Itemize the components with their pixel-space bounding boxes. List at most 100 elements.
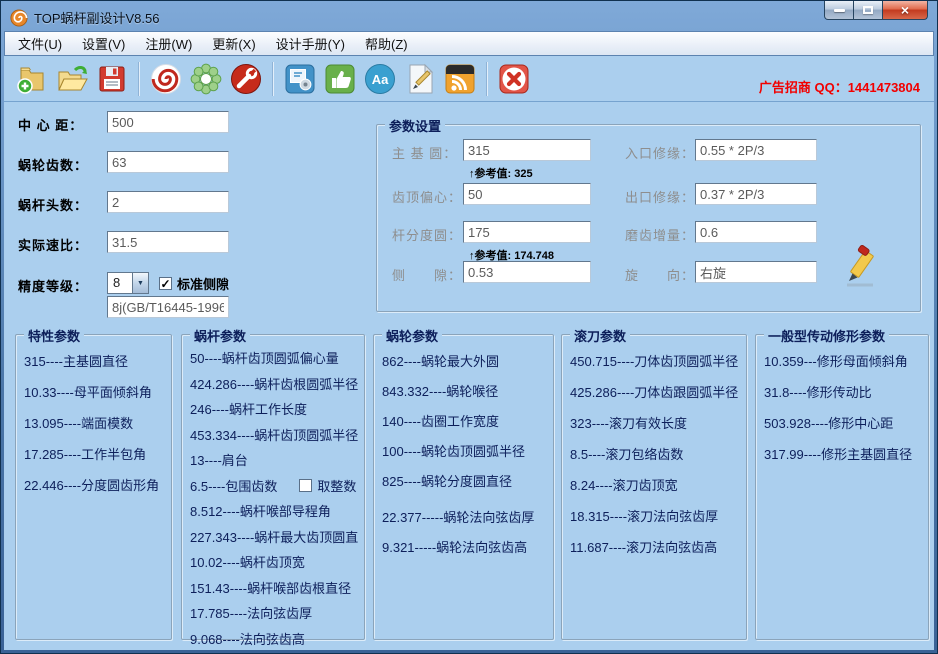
spiral-icon[interactable] xyxy=(149,62,183,96)
chevron-down-icon[interactable]: ▼ xyxy=(132,272,149,294)
draft-document-icon[interactable] xyxy=(403,62,437,96)
worm-pitch-circle-input[interactable] xyxy=(463,221,591,243)
wheel-params-groupbox: 蜗轮参数 862----蜗轮最大外圆 843.332----蜗轮喉径 140--… xyxy=(373,334,554,640)
grinding-increment-input[interactable] xyxy=(695,221,817,243)
param-item: 13----肩台 xyxy=(182,447,364,473)
hand-direction-input[interactable] xyxy=(695,261,817,283)
main-base-circle-ref: ↑参考值: 325 xyxy=(469,165,533,181)
precision-grade-combobox[interactable]: 8 ▼ xyxy=(107,272,149,294)
tip-eccentric-label: 齿顶偏心： xyxy=(392,187,462,206)
toolbar-separator xyxy=(138,62,140,96)
maximize-button[interactable] xyxy=(854,1,882,20)
thumbs-up-icon[interactable] xyxy=(323,62,357,96)
characteristic-params-groupbox: 特性参数 315----主基圆直径 10.33----母平面倾斜角 13.095… xyxy=(15,334,172,640)
cad-tool-icon[interactable] xyxy=(283,62,317,96)
main-base-circle-input[interactable] xyxy=(463,139,591,161)
param-item: 453.334----蜗杆齿顶圆弧半径 xyxy=(182,422,364,448)
standard-backlash-row: ✓ 标准侧隙 xyxy=(159,274,229,293)
param-item: 6.5----包围齿数 xyxy=(190,476,277,495)
menu-design-manual[interactable]: 设计手册(Y) xyxy=(267,31,354,56)
param-item: 140----齿圈工作宽度 xyxy=(374,405,553,435)
wheel-params-title: 蜗轮参数 xyxy=(382,326,442,345)
param-item-with-checkbox: 6.5----包围齿数 取整数 xyxy=(182,473,364,499)
exit-relief-label: 出口修缘： xyxy=(625,187,695,206)
menu-settings[interactable]: 设置(V) xyxy=(73,31,134,56)
close-button[interactable]: × xyxy=(882,1,928,20)
worm-starts-label: 蜗杆头数： xyxy=(18,195,88,214)
close-icon: × xyxy=(901,3,909,17)
save-icon[interactable] xyxy=(95,62,129,96)
param-item: 17.285----工作半包角 xyxy=(16,438,171,469)
new-file-icon[interactable] xyxy=(15,62,49,96)
param-item: 10.33----母平面倾斜角 xyxy=(16,376,171,407)
param-item: 825----蜗轮分度圆直径 xyxy=(374,465,553,495)
param-item: 315----主基圆直径 xyxy=(16,345,171,376)
param-item: 10.02----蜗杆齿顶宽 xyxy=(182,549,364,575)
worm-params-groupbox: 蜗杆参数 50----蜗杆齿顶圆弧偏心量 424.286----蜗杆齿根圆弧半径… xyxy=(181,334,365,640)
round-integer-row: 取整数 xyxy=(299,476,356,495)
param-item: 13.095----端面模数 xyxy=(16,407,171,438)
close-app-icon[interactable] xyxy=(497,62,531,96)
param-item: 317.99----修形主基圆直径 xyxy=(756,438,928,469)
minimize-button[interactable] xyxy=(824,1,854,20)
toolbar: Aa 广告招商 QQ：1441473804 xyxy=(4,56,934,102)
param-settings-groupbox: 参数设置 主 基 圆： ↑参考值: 325 齿顶偏心： 杆分度圆： ↑参考值: … xyxy=(376,124,921,312)
main-content: 中 心 距： 蜗轮齿数： 蜗杆头数： 实际速比： 精度等级： 8 ▼ ✓ 标准侧… xyxy=(4,102,934,650)
round-integer-checkbox[interactable] xyxy=(299,479,312,492)
wheel-teeth-input[interactable] xyxy=(107,151,229,173)
param-item: 862----蜗轮最大外圆 xyxy=(374,345,553,375)
titlebar: TOP蜗杆副设计V8.56 × xyxy=(4,4,934,31)
param-item: 323----滚刀有效长度 xyxy=(562,407,746,438)
param-item: 100----蜗轮齿顶圆弧半径 xyxy=(374,435,553,465)
menu-register[interactable]: 注册(W) xyxy=(136,31,201,56)
param-item: 450.715----刀体齿顶圆弧半径 xyxy=(562,345,746,376)
rss-icon[interactable] xyxy=(443,62,477,96)
round-integer-label: 取整数 xyxy=(317,476,356,495)
entry-relief-input[interactable] xyxy=(695,139,817,161)
param-item: 8.512----蜗杆喉部导程角 xyxy=(182,498,364,524)
param-item: 843.332----蜗轮喉径 xyxy=(374,375,553,405)
menubar: 文件(U) 设置(V) 注册(W) 更新(X) 设计手册(Y) 帮助(Z) xyxy=(4,31,934,56)
center-distance-input[interactable] xyxy=(107,111,229,133)
param-item: 18.315----滚刀法向弦齿厚 xyxy=(562,500,746,531)
characteristic-params-title: 特性参数 xyxy=(24,326,84,345)
menu-update[interactable]: 更新(X) xyxy=(203,31,264,56)
param-item: 425.286----刀体齿跟圆弧半径 xyxy=(562,376,746,407)
param-item: 151.43----蜗杆喉部齿根直径 xyxy=(182,575,364,601)
window-title: TOP蜗杆副设计V8.56 xyxy=(34,8,159,27)
caption-buttons: × xyxy=(824,1,928,20)
maximize-icon xyxy=(863,6,873,14)
param-item: 9.321-----蜗轮法向弦齿高 xyxy=(374,531,553,561)
menu-file[interactable]: 文件(U) xyxy=(9,31,71,56)
param-item: 8.5----滚刀包络齿数 xyxy=(562,438,746,469)
param-item: 22.377-----蜗轮法向弦齿厚 xyxy=(374,501,553,531)
gear-flower-icon[interactable] xyxy=(189,62,223,96)
precision-grade-label: 精度等级： xyxy=(18,276,88,295)
modification-params-groupbox: 一般型传动修形参数 10.359---修形母面倾斜角 31.8----修形传动比… xyxy=(755,334,929,640)
worm-starts-input[interactable] xyxy=(107,191,229,213)
menu-help[interactable]: 帮助(Z) xyxy=(356,31,417,56)
minimize-icon xyxy=(834,9,845,12)
backlash-input[interactable] xyxy=(463,261,591,283)
font-aa-icon[interactable]: Aa xyxy=(363,62,397,96)
main-base-circle-label: 主 基 圆： xyxy=(392,143,457,162)
entry-relief-label: 入口修缘： xyxy=(625,143,695,162)
exit-relief-input[interactable] xyxy=(695,183,817,205)
tip-eccentric-input[interactable] xyxy=(463,183,591,205)
app-logo-icon xyxy=(10,9,28,27)
wrench-icon[interactable] xyxy=(229,62,263,96)
param-item: 17.785----法向弦齿厚 xyxy=(182,600,364,626)
standard-backlash-checkbox[interactable]: ✓ xyxy=(159,277,172,290)
param-item: 9.068----法向弦齿高 xyxy=(182,626,364,652)
actual-ratio-input[interactable] xyxy=(107,231,229,253)
param-item: 31.8----修形传动比 xyxy=(756,376,928,407)
worm-params-title: 蜗杆参数 xyxy=(190,326,250,345)
param-item: 8.24----滚刀齿顶宽 xyxy=(562,469,746,500)
precision-standard-input[interactable] xyxy=(107,296,229,318)
open-file-icon[interactable] xyxy=(55,62,89,96)
hob-params-groupbox: 滚刀参数 450.715----刀体齿顶圆弧半径 425.286----刀体齿跟… xyxy=(561,334,747,640)
param-item: 424.286----蜗杆齿根圆弧半径 xyxy=(182,371,364,397)
param-item: 22.446----分度圆齿形角 xyxy=(16,469,171,500)
edit-pencil-icon[interactable] xyxy=(839,245,881,291)
param-item: 227.343----蜗杆最大齿顶圆直 xyxy=(182,524,364,550)
